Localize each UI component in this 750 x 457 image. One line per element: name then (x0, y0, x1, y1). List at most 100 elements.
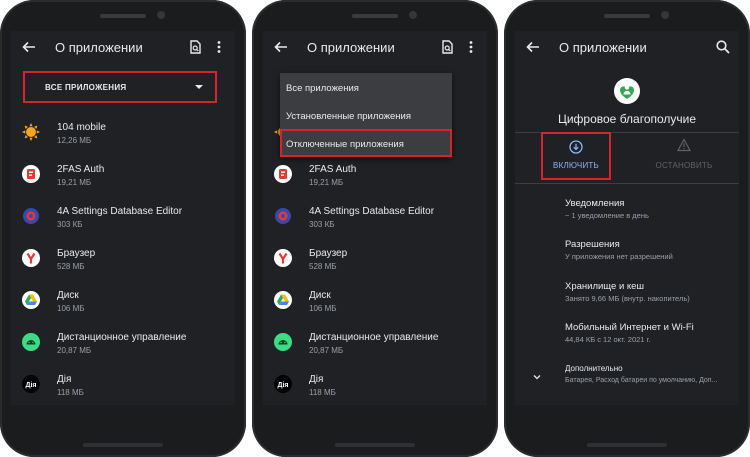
list-item[interactable]: 4A Settings Database Editor 303 КБ (263, 199, 487, 241)
app-size: 118 МБ (309, 388, 336, 397)
filter-dropdown[interactable]: ВСЕ ПРИЛОЖЕНИЯ (23, 71, 217, 103)
browser-icon (22, 249, 40, 267)
front-camera (409, 11, 417, 19)
front-camera (661, 11, 669, 19)
list-item[interactable]: Дистанционное управление 20,87 МБ (263, 325, 487, 367)
app-size: 118 МБ (57, 388, 84, 397)
app-name: Диск (57, 290, 79, 301)
page-title: О приложении (559, 40, 647, 55)
browser-icon (274, 249, 292, 267)
diia-icon: Дія (274, 375, 292, 393)
app-size: 528 МБ (309, 262, 337, 271)
screen-app-info: О приложении Цифровое благополучие ВКЛЮЧ… (515, 31, 739, 405)
app-bar: О приложении (263, 31, 487, 65)
search-doc-icon[interactable] (439, 39, 455, 55)
app-size: 303 КБ (57, 220, 83, 229)
settings-item-storage[interactable]: Хранилище и кеш Занято 9,66 МБ (внутр. н… (515, 278, 739, 318)
app-size: 19,21 МБ (57, 178, 92, 187)
app-name: 4A Settings Database Editor (309, 206, 435, 217)
settings-item-data-usage[interactable]: Мобильный Интернет и Wi-Fi 44,84 КБ с 12… (515, 319, 739, 359)
list-item[interactable]: Диск 106 МБ (263, 283, 487, 325)
app-name: 104 mobile (57, 122, 106, 133)
more-vert-icon[interactable] (211, 39, 227, 55)
list-item[interactable]: 2FAS Auth 19,21 МБ (263, 157, 487, 199)
stop-button[interactable]: ОСТАНОВИТЬ (639, 134, 729, 178)
app-name: Дія (57, 374, 72, 385)
screen-app-list: О приложении ВСЕ ПРИЛОЖЕНИЯ 104 mobile 1… (11, 31, 235, 405)
page-title: О приложении (307, 40, 395, 55)
bottom-bar (587, 443, 667, 447)
app-list: 104 mobile 12,26 МБ 2FAS Auth 19,21 МБ 4… (11, 115, 235, 405)
divider (515, 183, 739, 184)
filter-label: ВСЕ ПРИЛОЖЕНИЯ (45, 83, 127, 92)
2fas-icon (22, 165, 40, 183)
app-name: 2FAS Auth (309, 164, 357, 175)
app-name: Браузер (309, 248, 348, 259)
stop-label: ОСТАНОВИТЬ (655, 161, 713, 170)
app-bar: О приложении (11, 31, 235, 65)
settings-title: Уведомления (565, 198, 625, 209)
settings-subtitle: Занято 9,66 МБ (внутр. накопитель) (565, 294, 690, 303)
phone-frame-1: О приложении ВСЕ ПРИЛОЖЕНИЯ 104 mobile 1… (0, 0, 246, 457)
warning-icon (677, 138, 691, 152)
search-doc-icon[interactable] (187, 39, 203, 55)
earpiece (352, 14, 398, 18)
settings-title: Дополнительно (565, 364, 623, 373)
list-item[interactable]: 2FAS Auth 19,21 МБ (11, 157, 235, 199)
settings-subtitle: У приложения нет разрешений (565, 252, 673, 261)
app-size: 20,87 МБ (309, 346, 344, 355)
chevron-down-icon (533, 375, 541, 380)
page-title: О приложении (55, 40, 143, 55)
app-size: 303 КБ (309, 220, 335, 229)
front-camera (157, 11, 165, 19)
settings-item-permissions[interactable]: Разрешения У приложения нет разрешений (515, 236, 739, 276)
2fas-icon (274, 165, 292, 183)
app-bar: О приложении (515, 31, 739, 65)
gear-icon (275, 208, 291, 224)
settings-title: Мобильный Интернет и Wi-Fi (565, 322, 694, 333)
bottom-bar (83, 443, 163, 447)
enable-label: ВКЛЮЧИТЬ (553, 161, 599, 170)
app-list: 2FAS Auth 19,21 МБ 4A Settings Database … (263, 157, 487, 405)
earpiece (604, 14, 650, 18)
phone-frame-3: О приложении Цифровое благополучие ВКЛЮЧ… (504, 0, 750, 457)
list-item[interactable]: Браузер 528 МБ (11, 241, 235, 283)
list-item[interactable]: Дія Дія 118 МБ (263, 367, 487, 405)
app-size: 106 МБ (57, 304, 85, 313)
back-arrow-icon[interactable] (273, 39, 289, 55)
more-vert-icon[interactable] (463, 39, 479, 55)
dropdown-caret-icon (195, 85, 203, 89)
settings-title: Хранилище и кеш (565, 281, 645, 292)
menu-item-installed[interactable]: Установленные приложения (286, 111, 411, 122)
screen-filter-menu: О приложении 2FAS Auth 19,21 МБ 4A Setti… (263, 31, 487, 405)
back-arrow-icon[interactable] (525, 39, 541, 55)
filter-menu: Все приложения Установленные приложения … (280, 73, 452, 157)
list-item[interactable]: Дія Дія 118 МБ (11, 367, 235, 405)
enable-button[interactable]: ВКЛЮЧИТЬ (541, 132, 611, 180)
list-item[interactable]: Браузер 528 МБ (263, 241, 487, 283)
app-name: Браузер (57, 248, 96, 259)
diia-icon: Дія (22, 375, 40, 393)
menu-item-disabled[interactable]: Отключенные приложения (286, 139, 404, 150)
phone-frame-2: О приложении 2FAS Auth 19,21 МБ 4A Setti… (252, 0, 498, 457)
android-icon (274, 333, 292, 351)
svg-text:Дія: Дія (25, 381, 36, 389)
settings-item-advanced[interactable]: Дополнительно Батарея, Расход батареи по… (515, 361, 739, 401)
list-item[interactable]: 104 mobile 12,26 МБ (11, 115, 235, 157)
app-name: 2FAS Auth (57, 164, 105, 175)
app-size: 12,26 МБ (57, 136, 92, 145)
list-item[interactable]: Диск 106 МБ (11, 283, 235, 325)
list-item[interactable]: Дистанционное управление 20,87 МБ (11, 325, 235, 367)
bottom-bar (335, 443, 415, 447)
menu-item-all[interactable]: Все приложения (286, 83, 359, 94)
gear-icon (23, 208, 39, 224)
settings-item-notifications[interactable]: Уведомления ~ 1 уведомление в день (515, 195, 739, 235)
app-size: 528 МБ (57, 262, 85, 271)
settings-title: Разрешения (565, 239, 620, 250)
back-arrow-icon[interactable] (21, 39, 37, 55)
settings-subtitle: Батарея, Расход батареи по умолчанию, До… (565, 377, 718, 384)
list-item[interactable]: 4A Settings Database Editor 303 КБ (11, 199, 235, 241)
search-icon[interactable] (715, 39, 731, 55)
drive-icon (274, 291, 292, 309)
earpiece (100, 14, 146, 18)
